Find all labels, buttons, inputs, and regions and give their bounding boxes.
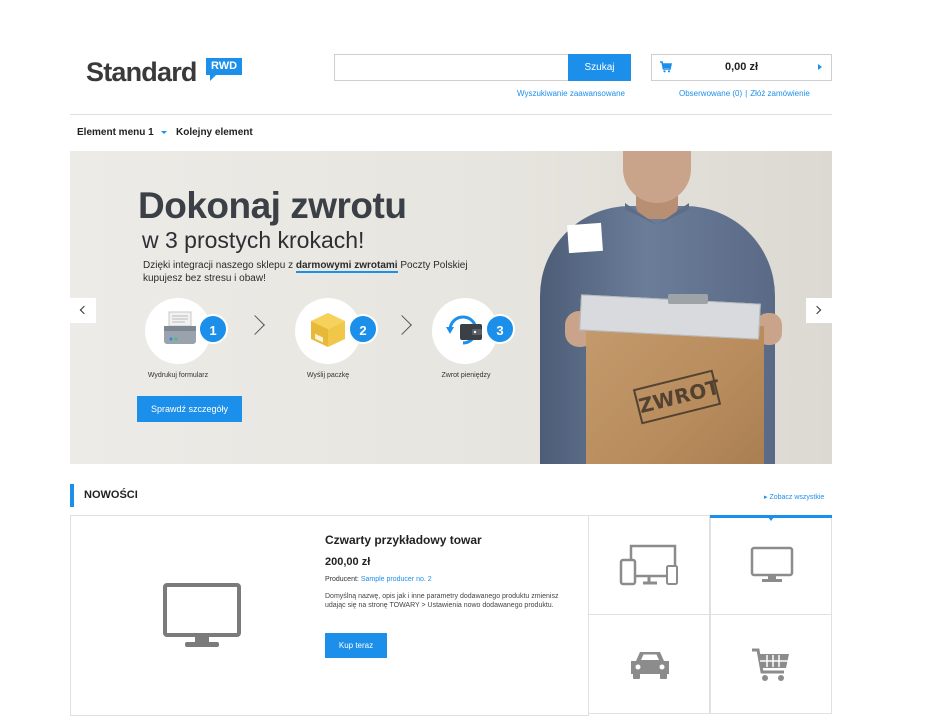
search-button[interactable]: Szukaj — [568, 54, 631, 81]
order-link[interactable]: Złóż zamówienie — [750, 89, 810, 98]
hero-banner[interactable]: ZWROT Dokonaj zwrotu w 3 prostych krokac… — [70, 151, 832, 464]
section-title: NOWOŚCI — [84, 489, 138, 501]
step-1-label: Wydrukuj formularz — [147, 372, 209, 379]
producer-label: Producent: — [325, 576, 359, 583]
header-divider — [70, 114, 832, 115]
chevron-down-icon[interactable] — [161, 131, 167, 134]
product-tile-cart[interactable] — [710, 614, 832, 714]
name-tag — [567, 222, 603, 254]
product-price: 200,00 zł — [325, 556, 371, 568]
see-all-link[interactable]: ▸ Zobacz wszystkie — [764, 493, 824, 501]
banner-subtitle: w 3 prostych krokach! — [142, 227, 365, 253]
search-input[interactable] — [334, 54, 568, 81]
product-tile-devices[interactable] — [588, 515, 710, 615]
car-icon — [631, 652, 669, 679]
step-2-number: 2 — [348, 314, 378, 344]
monitor-icon[interactable] — [163, 583, 241, 637]
monitor-base — [185, 642, 219, 647]
slider-prev-button[interactable] — [70, 298, 96, 323]
step-3-label: Zwrot pieniędzy — [441, 372, 491, 379]
active-tile-pointer — [768, 517, 774, 521]
man-head — [623, 151, 691, 203]
shopping-cart-icon — [752, 648, 789, 681]
product-panel: Czwarty przykładowy towar 200,00 zł Prod… — [70, 515, 589, 716]
package-icon — [311, 313, 345, 347]
monitor-icon — [750, 546, 794, 582]
banner-desc-before: Dzięki integracji naszego sklepu z — [143, 260, 296, 271]
chevron-right-icon — [392, 315, 412, 335]
wallet-refund-icon — [446, 315, 482, 345]
chevron-left-icon — [79, 305, 89, 315]
product-name[interactable]: Czwarty przykładowy towar — [325, 533, 482, 547]
product-tile-car[interactable] — [588, 614, 710, 714]
step-3-number: 3 — [485, 314, 515, 344]
banner-details-button[interactable]: Sprawdź szczegóły — [137, 396, 242, 422]
product-tile-monitor[interactable] — [710, 515, 832, 615]
chevron-right-icon — [812, 305, 822, 315]
banner-title: Dokonaj zwrotu — [138, 185, 407, 226]
advanced-search-link[interactable]: Wyszukiwanie zaawansowane — [517, 89, 625, 98]
logo-badge[interactable]: RWD — [206, 58, 242, 75]
logo-text[interactable]: Standard — [86, 56, 197, 88]
cart-arrow-icon[interactable] — [818, 64, 822, 70]
clipboard-clip — [668, 294, 708, 304]
chevron-right-icon — [245, 315, 265, 335]
banner-desc-highlight: darmowymi zwrotami — [295, 260, 398, 273]
link-separator: | — [745, 89, 748, 98]
product-producer: Producent: Sample producer no. 2 — [325, 576, 432, 583]
banner-description: Dzięki integracji naszego sklepu z darmo… — [143, 259, 503, 285]
logo-badge-tail — [210, 75, 216, 81]
devices-icon — [619, 544, 678, 586]
product-description: Domyślną nazwę, opis jak i inne parametr… — [325, 593, 559, 609]
cart-box[interactable]: 0,00 zł — [651, 54, 832, 81]
section-accent-bar — [70, 484, 74, 507]
observed-link[interactable]: Obserwowane (0) — [679, 89, 742, 98]
menu-item-2[interactable]: Kolejny element — [176, 127, 253, 138]
producer-link[interactable]: Sample producer no. 2 — [361, 576, 432, 583]
slider-next-button[interactable] — [806, 298, 832, 323]
menu-item-1[interactable]: Element menu 1 — [77, 127, 154, 138]
step-1-number: 1 — [198, 314, 228, 344]
cart-total: 0,00 zł — [724, 61, 759, 73]
cart-links: Obserwowane (0) | Złóż zamówienie — [679, 89, 810, 98]
printer-icon — [164, 311, 196, 344]
step-2-label: Wyślij paczkę — [306, 372, 350, 379]
buy-now-button[interactable]: Kup teraz — [325, 633, 387, 658]
